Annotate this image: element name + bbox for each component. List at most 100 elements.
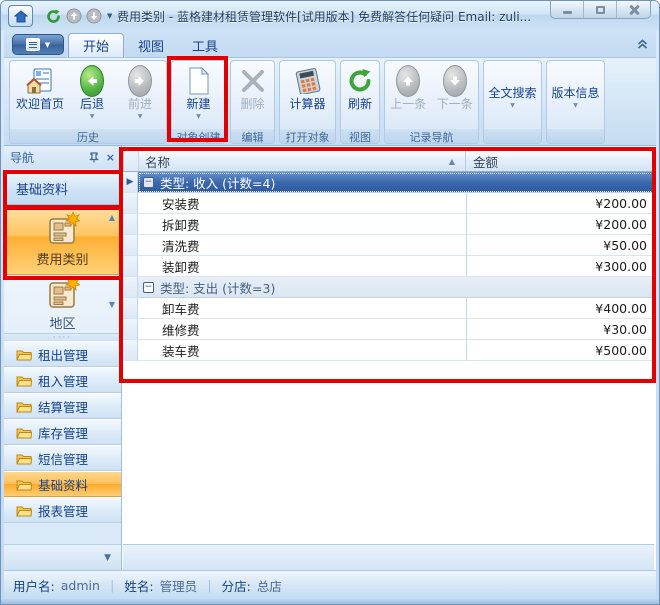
welcome-home-button[interactable]: 欢迎首页: [12, 63, 68, 129]
table-row[interactable]: 安装费 ¥200.00: [123, 193, 654, 214]
sidebar-group-header-basic-data[interactable]: 基础资料: [4, 172, 121, 205]
fulltext-search-dropdown-icon: ▼: [510, 102, 515, 109]
sidebar-nav-items: ▲ 费用类别: [4, 205, 121, 333]
table-row[interactable]: 拆卸费 ¥200.00: [123, 214, 654, 235]
row-indicator-icon: ▶: [127, 177, 134, 187]
forward-button[interactable]: 前进 ▼: [116, 63, 164, 129]
close-icon: [629, 5, 639, 15]
folder-icon: [16, 426, 32, 439]
tab-view[interactable]: 视图: [124, 33, 178, 57]
sidebar-item-label: 结算管理: [38, 397, 88, 416]
table-row[interactable]: 装车费 ¥500.00: [123, 340, 654, 361]
next-record-button[interactable]: 下一条: [432, 63, 479, 129]
column-header-amount[interactable]: 金额: [466, 151, 653, 171]
collapse-group-icon[interactable]: −: [143, 282, 154, 293]
refresh-icon: [346, 65, 374, 97]
ribbon-collapse-button[interactable]: [637, 39, 648, 50]
table-row[interactable]: 卸车费 ¥400.00: [123, 298, 654, 319]
sidebar-item-region[interactable]: 地区: [4, 275, 121, 332]
previous-record-label: 上一条: [390, 97, 426, 111]
cell-name: 维修费: [138, 319, 467, 340]
tab-tools[interactable]: 工具: [178, 33, 232, 57]
cell-amount: ¥300.00: [467, 256, 654, 277]
ribbon-tabs: 开始 视图 工具: [68, 33, 232, 57]
refresh-label: 刷新: [348, 97, 372, 111]
grid-indicator-header: [124, 151, 139, 171]
cell-amount: ¥30.00: [467, 319, 654, 340]
application-menu-icon: [26, 38, 40, 51]
table-row[interactable]: 装卸费 ¥300.00: [123, 256, 654, 277]
down-quick-button[interactable]: [85, 8, 102, 25]
region-icon: [46, 276, 80, 310]
maximize-button[interactable]: [584, 1, 617, 18]
back-button[interactable]: 后退 ▼: [68, 63, 116, 129]
status-branch-value: 总店: [257, 576, 282, 595]
tab-start[interactable]: 开始: [68, 33, 124, 57]
new-button[interactable]: 新建 ▼: [175, 63, 223, 129]
previous-record-button[interactable]: 上一条: [385, 63, 432, 129]
ribbon-group-view: 刷新 视图: [340, 60, 380, 144]
sidebar-splitter-handle[interactable]: ····: [4, 333, 121, 341]
sidebar-item-reports[interactable]: 报表管理: [4, 497, 121, 523]
sidebar-item-label: 费用类别: [36, 249, 88, 268]
sidebar-item-rent-out[interactable]: 租出管理: [4, 341, 121, 367]
application-menu-button[interactable]: ▼: [12, 34, 64, 55]
sidebar-item-inventory[interactable]: 库存管理: [4, 419, 121, 445]
group-row-expense[interactable]: − 类型: 支出 (计数=3): [123, 277, 654, 298]
nav-scroll-down-icon[interactable]: ▼: [109, 300, 115, 309]
calculator-button[interactable]: 计算器: [280, 63, 335, 129]
sidebar-item-fee-category[interactable]: 费用类别: [4, 205, 121, 275]
group-caption-fulltext-search: [484, 129, 541, 143]
forward-dropdown-icon: ▼: [138, 113, 143, 120]
minimize-icon: [563, 11, 572, 14]
fulltext-search-label: 全文搜索: [488, 86, 536, 100]
column-header-name-label: 名称: [145, 152, 170, 171]
welcome-home-icon: [26, 65, 54, 97]
home-button[interactable]: [8, 5, 33, 27]
group-caption-edit: 编辑: [231, 129, 274, 144]
cell-name: 拆卸费: [138, 214, 467, 235]
sidebar-item-basic-data[interactable]: 基础资料: [4, 471, 121, 497]
close-button[interactable]: [617, 1, 650, 18]
folder-icon: [16, 452, 32, 465]
collapse-group-icon[interactable]: −: [143, 177, 154, 188]
home-icon: [14, 10, 28, 23]
cell-name: 装车费: [138, 340, 467, 361]
column-header-name[interactable]: 名称 ▲: [139, 151, 466, 171]
folder-icon: [16, 400, 32, 413]
forward-icon: [128, 65, 152, 97]
table-row[interactable]: 清洗费 ¥50.00: [123, 235, 654, 256]
table-row[interactable]: 维修费 ¥30.00: [123, 319, 654, 340]
version-info-button[interactable]: 版本信息 ▼: [548, 63, 604, 129]
forward-label: 前进: [128, 97, 152, 111]
minimize-button[interactable]: [551, 1, 584, 18]
group-caption-open-object: 打开对象: [280, 129, 335, 144]
sidebar-configure-button[interactable]: ▼: [4, 544, 121, 570]
sidebar-item-settlement[interactable]: 结算管理: [4, 393, 121, 419]
status-username-label: 用户名:: [13, 576, 55, 595]
group-row-income[interactable]: ▶ − 类型: 收入 (计数=4): [123, 172, 654, 193]
column-header-amount-label: 金额: [473, 152, 498, 171]
delete-button[interactable]: 删除: [231, 63, 274, 129]
status-username-value: admin: [61, 578, 100, 593]
refresh-quick-button[interactable]: [45, 8, 62, 25]
sidebar-item-sms[interactable]: 短信管理: [4, 445, 121, 471]
cell-name: 安装费: [138, 193, 467, 214]
nav-scroll-up-icon[interactable]: ▲: [109, 213, 115, 222]
group-row-label: 类型: 支出 (计数=3): [160, 278, 275, 297]
cell-amount: ¥200.00: [467, 193, 654, 214]
quick-access-dropdown-icon[interactable]: ▼: [107, 12, 112, 20]
next-record-icon: [443, 65, 467, 97]
back-label: 后退: [80, 97, 104, 111]
sidebar-item-label: 地区: [49, 313, 75, 332]
calculator-icon: [294, 65, 322, 97]
version-info-dropdown-icon: ▼: [573, 102, 578, 109]
navigation-close-icon[interactable]: ×: [106, 151, 115, 164]
application-menu-dropdown-icon: ▼: [45, 41, 50, 49]
pin-icon[interactable]: [89, 152, 99, 163]
fulltext-search-button[interactable]: 全文搜索 ▼: [485, 63, 541, 129]
group-caption-object-create: 对象创建: [172, 129, 225, 144]
up-quick-button[interactable]: [65, 8, 82, 25]
refresh-button[interactable]: 刷新: [341, 63, 379, 129]
sidebar-item-rent-in[interactable]: 租入管理: [4, 367, 121, 393]
